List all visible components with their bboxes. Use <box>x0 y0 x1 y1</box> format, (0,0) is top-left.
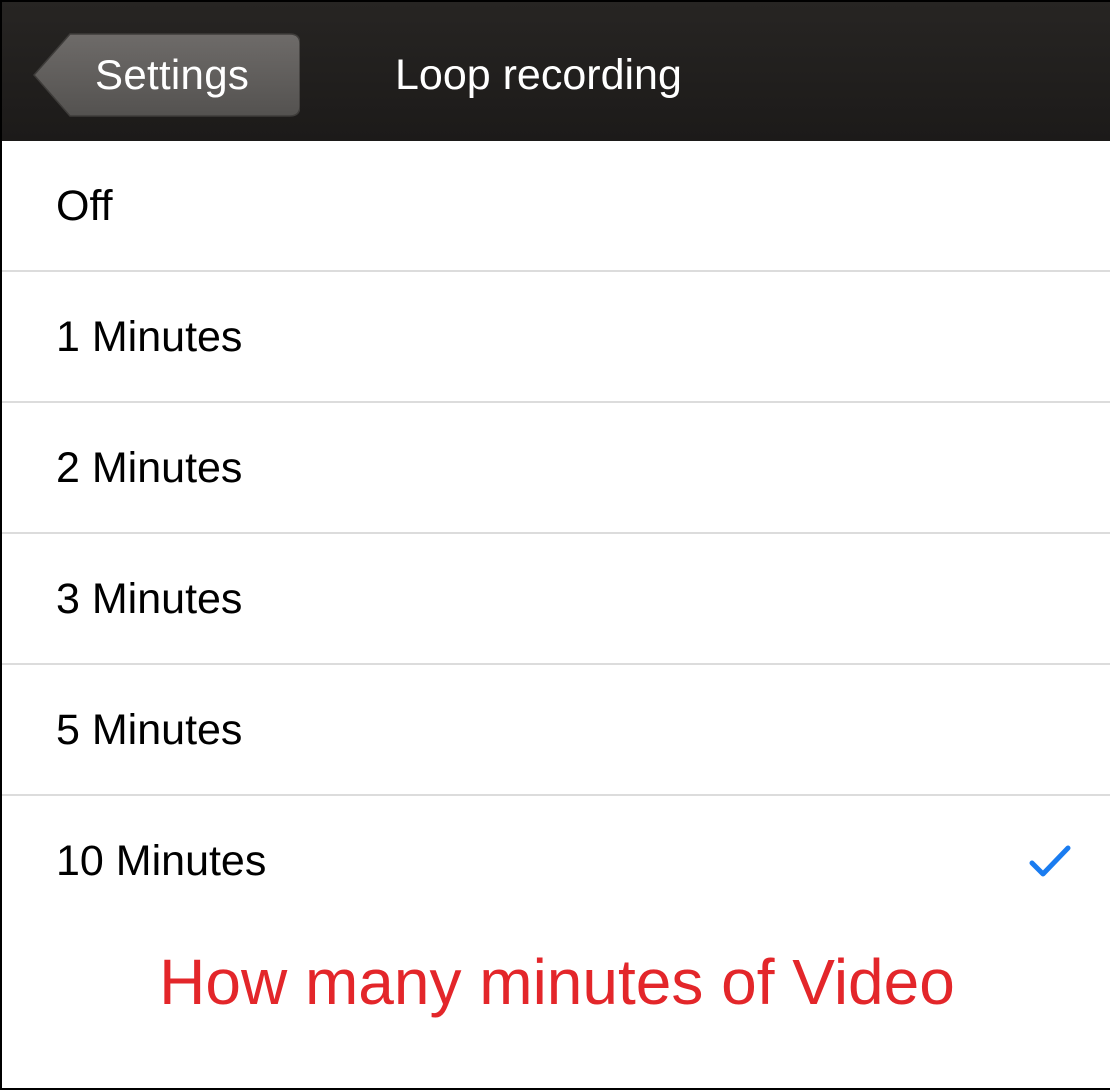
option-label: 1 Minutes <box>56 313 243 361</box>
checkmark-icon <box>1029 845 1071 877</box>
option-2-minutes[interactable]: 2 Minutes <box>2 403 1110 534</box>
page-title: Loop recording <box>395 51 682 99</box>
back-button[interactable]: Settings <box>32 32 300 118</box>
app-window: Settings Loop recording Off 1 Minutes 2 … <box>0 0 1110 1090</box>
annotation-caption: How many minutes of Video <box>159 946 955 1018</box>
option-5-minutes[interactable]: 5 Minutes <box>2 665 1110 796</box>
option-1-minutes[interactable]: 1 Minutes <box>2 272 1110 403</box>
option-3-minutes[interactable]: 3 Minutes <box>2 534 1110 665</box>
navigation-bar: Settings Loop recording <box>2 2 1110 141</box>
option-label: 10 Minutes <box>56 837 267 885</box>
option-10-minutes[interactable]: 10 Minutes <box>2 796 1110 925</box>
option-off[interactable]: Off <box>2 141 1110 272</box>
option-label: 2 Minutes <box>56 444 243 492</box>
option-label: 3 Minutes <box>56 575 243 623</box>
option-label: Off <box>56 182 113 230</box>
loop-recording-options: Off 1 Minutes 2 Minutes 3 Minutes 5 Minu… <box>2 141 1110 925</box>
option-label: 5 Minutes <box>56 706 243 754</box>
back-button-label: Settings <box>95 51 250 98</box>
